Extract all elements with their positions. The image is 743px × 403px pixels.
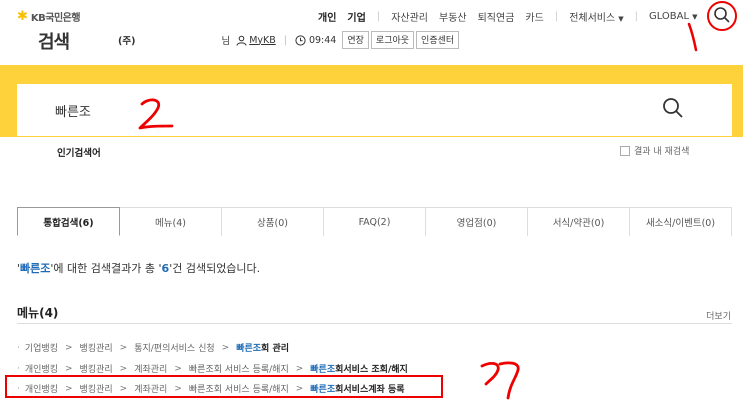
tab-faq[interactable]: FAQ(2) [324, 207, 426, 236]
nav-asset[interactable]: 자산관리 [391, 9, 428, 24]
result-tabs: 통합검색(6) 메뉴(4) 상품(0) FAQ(2) 영업점(0) 서식/약관(… [17, 207, 732, 236]
path-segment: 빠른조회 서비스 등록/해지 [188, 365, 289, 375]
more-link[interactable]: 더보기 [706, 309, 731, 322]
nav-card[interactable]: 카드 [525, 9, 543, 24]
search-submit-icon[interactable] [662, 97, 684, 119]
separator: | [376, 11, 381, 22]
nav-global[interactable]: GLOBAL ▼ [649, 11, 698, 22]
separator: | [283, 34, 287, 46]
user-info-bar: (주) 님 MyKB | 09:44 연장 로그아웃 인증센터 [118, 31, 461, 49]
list-item[interactable]: · 개인뱅킹 > 뱅킹관리 > 계좌관리 > 빠른조회 서비스 등록/해지 > 빠른조 회… [17, 362, 408, 376]
separator: | [634, 11, 638, 22]
logout-button[interactable]: 로그아웃 [370, 31, 415, 49]
path-segment: 뱅킹관리 [79, 365, 113, 375]
in-result-label: 결과 내 재검색 [634, 147, 690, 157]
top-navigation: 개인 기업 | 자산관리 부동산 퇴직연금 카드 | 전체서비스 ▼ | GLOB… [318, 9, 708, 24]
result-keyword: 빠른조 [20, 262, 51, 275]
match-highlight: 빠른조 [236, 344, 262, 354]
section-divider [17, 323, 732, 324]
caret-down-icon: ▼ [618, 15, 624, 23]
result-tail: '건 검색되었습니다. [169, 262, 261, 275]
tab-forms[interactable]: 서식/약관(0) [528, 207, 630, 236]
logo-text: KB국민은행 [30, 13, 81, 24]
kb-logo[interactable]: ✱ KB국민은행 [17, 9, 81, 24]
chevron-right-icon: > [221, 342, 230, 353]
nav-personal[interactable]: 개인 [318, 9, 336, 24]
chevron-right-icon: > [65, 342, 73, 353]
bullet: · [17, 363, 20, 374]
kb-star-icon: ✱ [17, 9, 28, 24]
bullet: · [17, 342, 20, 353]
search-box: 빠른조 [17, 84, 732, 136]
menu-section-heading: 메뉴(4) [17, 306, 59, 320]
chevron-right-icon: > [295, 363, 304, 374]
in-result-checkbox[interactable] [620, 145, 630, 156]
path-segment: 통지/편의서비스 신청 [134, 344, 215, 354]
separator: | [554, 11, 559, 22]
nav-all-services[interactable]: 전체서비스 ▼ [569, 9, 623, 24]
path-segment: 기업뱅킹 [24, 344, 58, 354]
list-item[interactable]: · 기업뱅킹 > 뱅킹관리 > 통지/편의서비스 신청 > 빠른조 회 관리 [17, 341, 290, 355]
result-summary: '빠른조'에 대한 검색결과가 총 '6'건 검색되었습니다. [17, 260, 260, 276]
path-segment: 개인뱅킹 [24, 365, 58, 375]
person-icon [236, 35, 247, 46]
path-segment: 뱅킹관리 [79, 344, 113, 354]
nav-global-label: GLOBAL [648, 11, 690, 22]
page-title: 검색 [38, 32, 70, 53]
search-input[interactable]: 빠른조 [55, 101, 91, 120]
popular-keywords-label: 인기검색어 [57, 148, 101, 159]
nav-pension[interactable]: 퇴직연금 [478, 9, 515, 24]
annotation-box [5, 375, 443, 398]
company-name: (주) [118, 36, 136, 47]
match-highlight: 빠른조 [310, 365, 336, 375]
nav-all-services-label: 전체서비스 [569, 13, 616, 24]
result-mid: '에 대한 검색결과가 총 ' [50, 262, 162, 275]
cert-center-button[interactable]: 인증센터 [416, 31, 460, 49]
chevron-right-icon: > [119, 363, 128, 374]
tab-news[interactable]: 새소식/이벤트(0) [630, 207, 732, 236]
tab-branches[interactable]: 영업점(0) [426, 207, 528, 236]
annotation-circle [707, 1, 737, 31]
tab-all[interactable]: 통합검색(6) [17, 207, 120, 236]
nav-realestate[interactable]: 부동산 [439, 9, 467, 24]
mykb-link[interactable]: MyKB [249, 35, 276, 46]
chevron-right-icon: > [119, 342, 128, 353]
chevron-right-icon: > [65, 363, 73, 374]
search-in-result[interactable]: 결과 내 재검색 [620, 144, 689, 157]
caret-down-icon: ▼ [692, 13, 698, 21]
annotation-number-1 [687, 22, 698, 52]
extend-button[interactable]: 연장 [342, 31, 369, 49]
nav-business[interactable]: 기업 [347, 9, 365, 24]
user-suffix: 님 [221, 36, 231, 47]
clock-icon [295, 34, 306, 46]
match-rest: 회 관리 [261, 344, 290, 354]
annotation-number-2 [138, 98, 174, 130]
annotation-number-3 [480, 361, 520, 400]
tab-products[interactable]: 상품(0) [222, 207, 324, 236]
path-segment: 계좌관리 [134, 365, 168, 375]
chevron-right-icon: > [174, 363, 182, 374]
match-rest: 회서비스 조회/해지 [335, 365, 408, 375]
tab-menu[interactable]: 메뉴(4) [120, 207, 222, 236]
session-timer: 09:44 [308, 34, 337, 46]
